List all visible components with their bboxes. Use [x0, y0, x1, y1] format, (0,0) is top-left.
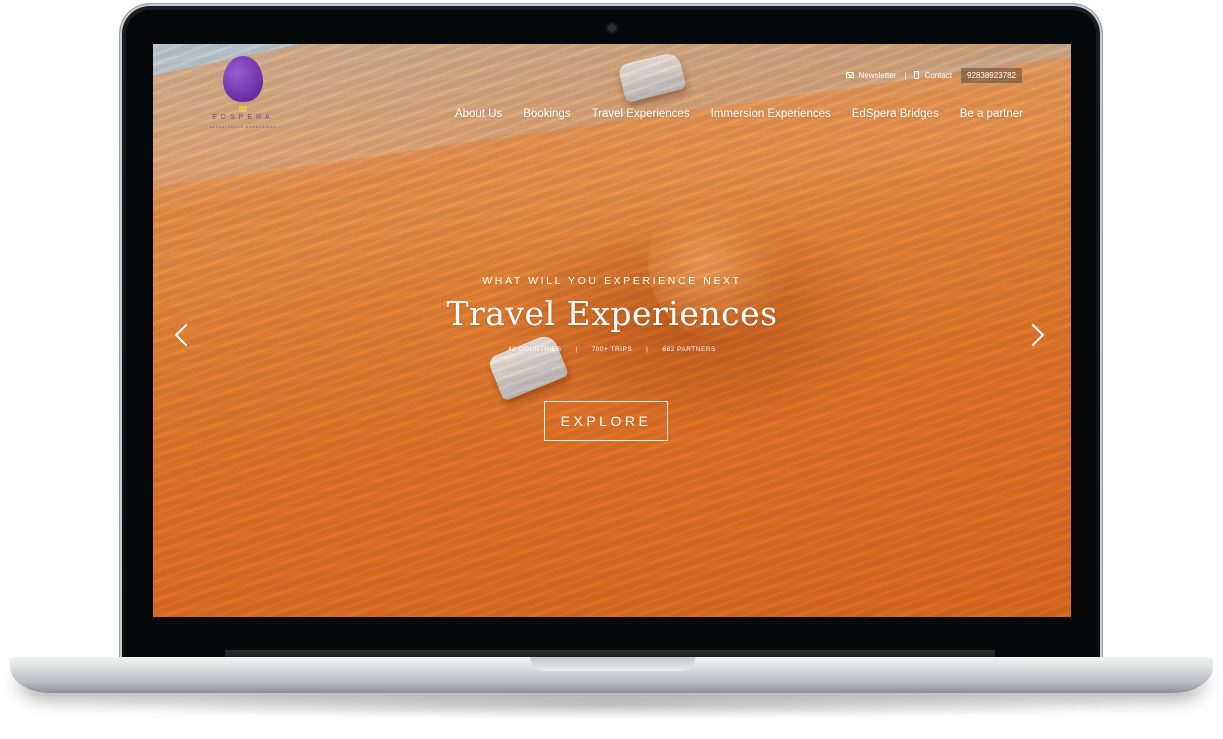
envelope-icon: [845, 72, 854, 78]
balloon-basket-icon: [239, 106, 247, 112]
mobile-phone-icon: [914, 71, 920, 79]
laptop-notch: [530, 657, 695, 671]
brand-name: EDSPERA: [212, 114, 274, 121]
contact-label: Contact: [924, 70, 953, 80]
nav-bookings[interactable]: Bookings: [523, 108, 570, 120]
stat-countries: 42 COUNTRIES: [508, 346, 562, 353]
phone-number[interactable]: 92838923782: [960, 66, 1023, 84]
nav-edspera-bridges[interactable]: EdSpera Bridges: [852, 108, 939, 120]
hero-title: Travel Experiences: [446, 294, 778, 333]
hot-air-balloon-icon: [223, 56, 263, 102]
brand-tagline: ADVENTUROUS WONDERINGS: [209, 125, 277, 129]
stat-separator: |: [646, 346, 649, 353]
nav-be-a-partner[interactable]: Be a partner: [960, 108, 1023, 120]
brand-logo[interactable]: EDSPERA ADVENTUROUS WONDERINGS: [208, 56, 288, 136]
utility-bar: Newsletter | Contact 92838923782: [845, 66, 1023, 84]
nav-about-us[interactable]: About Us: [455, 108, 502, 120]
hero-slider: EDSPERA ADVENTUROUS WONDERINGS Newslette…: [153, 44, 1071, 617]
newsletter-label: Newsletter: [858, 70, 897, 80]
hero-eyebrow: WHAT WILL YOU EXPERIENCE NEXT: [482, 275, 742, 287]
newsletter-link[interactable]: Newsletter: [845, 70, 897, 80]
contact-link[interactable]: Contact: [914, 71, 952, 80]
stat-trips: 700+ TRIPS: [591, 346, 633, 353]
hero-stats: 42 COUNTRIES | 700+ TRIPS | 682 PARTNERS: [153, 346, 1071, 353]
laptop-shadow: [60, 690, 1160, 720]
explore-button[interactable]: EXPLORE: [544, 401, 668, 441]
nav-travel-experiences[interactable]: Travel Experiences: [592, 108, 690, 120]
stat-partners: 682 PARTNERS: [662, 346, 716, 353]
utility-separator: |: [904, 70, 907, 80]
chevron-left-icon[interactable]: [173, 324, 195, 346]
nav-immersion-experiences[interactable]: Immersion Experiences: [711, 108, 831, 120]
main-nav: About Us Bookings Travel Experiences Imm…: [455, 108, 1023, 120]
chevron-right-icon[interactable]: [1025, 324, 1047, 346]
webcam: [608, 24, 616, 32]
stat-separator: |: [575, 346, 578, 353]
